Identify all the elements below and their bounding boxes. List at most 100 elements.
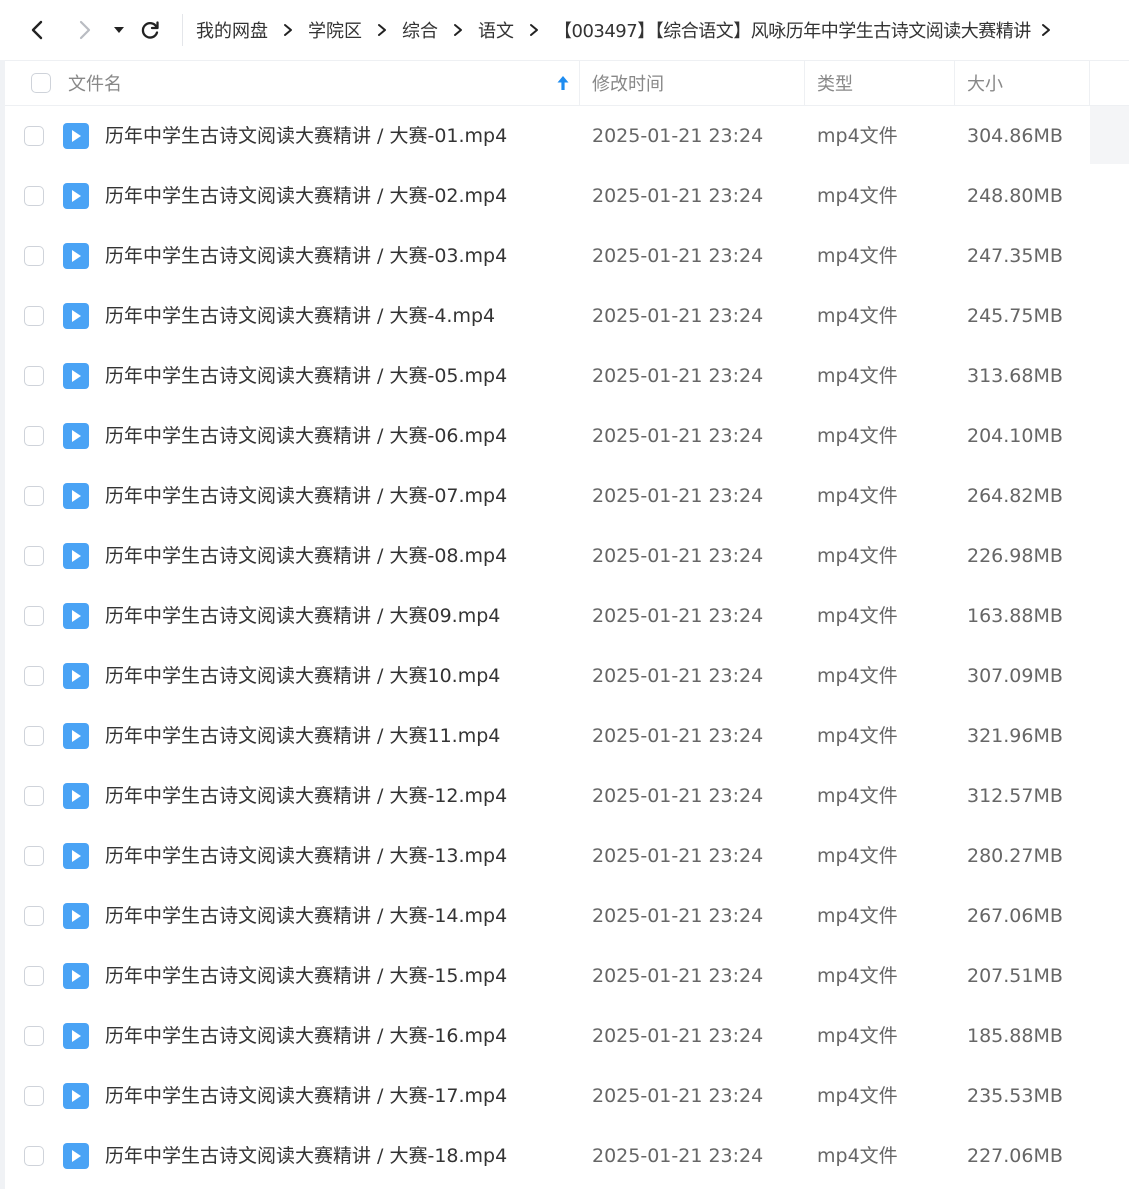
file-row[interactable]: 历年中学生古诗文阅读大赛精讲 / 大赛-14.mp4 2025-01-21 23… [5,886,1129,946]
breadcrumb-item-current[interactable]: 【003497】【综合语文】风咏历年中学生古诗文阅读大赛精讲 [554,17,1031,43]
chevron-right-icon [514,23,554,37]
file-size: 163.88MB [967,605,1063,627]
file-row[interactable]: 历年中学生古诗文阅读大赛精讲 / 大赛-17.mp4 2025-01-21 23… [5,1066,1129,1126]
row-checkbox[interactable] [24,366,44,386]
file-size: 204.10MB [967,425,1063,447]
chevron-right-icon [438,23,478,37]
file-row[interactable]: 历年中学生古诗文阅读大赛精讲 / 大赛-12.mp4 2025-01-21 23… [5,766,1129,826]
header-modified[interactable]: 修改时间 [592,61,664,105]
file-size: 304.86MB [967,125,1063,147]
file-row[interactable]: 历年中学生古诗文阅读大赛精讲 / 大赛-16.mp4 2025-01-21 23… [5,1006,1129,1066]
file-type: mp4文件 [817,1025,898,1047]
header-type[interactable]: 类型 [817,61,853,105]
row-checkbox[interactable] [24,1026,44,1046]
file-name[interactable]: 历年中学生古诗文阅读大赛精讲 / 大赛11.mp4 [105,706,500,766]
file-modified: 2025-01-21 23:24 [592,545,764,567]
file-type: mp4文件 [817,185,898,207]
file-modified: 2025-01-21 23:24 [592,305,764,327]
file-name[interactable]: 历年中学生古诗文阅读大赛精讲 / 大赛10.mp4 [105,646,500,706]
file-type: mp4文件 [817,425,898,447]
row-checkbox[interactable] [24,1086,44,1106]
file-type: mp4文件 [817,845,898,867]
video-file-icon [63,483,89,509]
row-checkbox[interactable] [24,486,44,506]
row-checkbox[interactable] [24,606,44,626]
file-modified: 2025-01-21 23:24 [592,1025,764,1047]
file-size: 245.75MB [967,305,1063,327]
file-row[interactable]: 历年中学生古诗文阅读大赛精讲 / 大赛-18.mp4 2025-01-21 23… [5,1126,1129,1186]
file-name[interactable]: 历年中学生古诗文阅读大赛精讲 / 大赛-06.mp4 [105,406,507,466]
file-name[interactable]: 历年中学生古诗文阅读大赛精讲 / 大赛-14.mp4 [105,886,507,946]
file-size: 267.06MB [967,905,1063,927]
video-file-icon [63,423,89,449]
file-row[interactable]: 历年中学生古诗文阅读大赛精讲 / 大赛-13.mp4 2025-01-21 23… [5,826,1129,886]
file-name[interactable]: 历年中学生古诗文阅读大赛精讲 / 大赛-02.mp4 [105,166,507,226]
file-row[interactable]: 历年中学生古诗文阅读大赛精讲 / 大赛11.mp4 2025-01-21 23:… [5,706,1129,766]
row-checkbox[interactable] [24,1146,44,1166]
sort-asc-button[interactable] [556,61,570,105]
video-file-icon [63,1023,89,1049]
file-name[interactable]: 历年中学生古诗文阅读大赛精讲 / 大赛-01.mp4 [105,106,507,166]
file-row[interactable]: 历年中学生古诗文阅读大赛精讲 / 大赛-4.mp4 2025-01-21 23:… [5,286,1129,346]
file-name[interactable]: 历年中学生古诗文阅读大赛精讲 / 大赛-18.mp4 [105,1126,507,1186]
breadcrumb-item[interactable]: 语文 [478,17,514,43]
file-name[interactable]: 历年中学生古诗文阅读大赛精讲 / 大赛-03.mp4 [105,226,507,286]
file-name[interactable]: 历年中学生古诗文阅读大赛精讲 / 大赛-17.mp4 [105,1066,507,1126]
video-file-icon [63,183,89,209]
row-checkbox[interactable] [24,846,44,866]
file-row[interactable]: 历年中学生古诗文阅读大赛精讲 / 大赛-06.mp4 2025-01-21 23… [5,406,1129,466]
file-list: 历年中学生古诗文阅读大赛精讲 / 大赛-01.mp4 2025-01-21 23… [5,106,1129,1186]
breadcrumb-item[interactable]: 学院区 [308,17,362,43]
file-row[interactable]: 历年中学生古诗文阅读大赛精讲 / 大赛10.mp4 2025-01-21 23:… [5,646,1129,706]
file-row[interactable]: 历年中学生古诗文阅读大赛精讲 / 大赛-07.mp4 2025-01-21 23… [5,466,1129,526]
file-modified: 2025-01-21 23:24 [592,425,764,447]
row-checkbox[interactable] [24,786,44,806]
breadcrumb-item[interactable]: 我的网盘 [196,17,268,43]
file-modified: 2025-01-21 23:24 [592,1145,764,1167]
row-checkbox[interactable] [24,966,44,986]
file-name[interactable]: 历年中学生古诗文阅读大赛精讲 / 大赛-07.mp4 [105,466,507,526]
row-checkbox[interactable] [24,186,44,206]
file-name[interactable]: 历年中学生古诗文阅读大赛精讲 / 大赛-12.mp4 [105,766,507,826]
history-dropdown-button[interactable] [108,14,130,46]
file-name[interactable]: 历年中学生古诗文阅读大赛精讲 / 大赛09.mp4 [105,586,500,646]
file-row[interactable]: 历年中学生古诗文阅读大赛精讲 / 大赛-08.mp4 2025-01-21 23… [5,526,1129,586]
row-checkbox[interactable] [24,306,44,326]
file-type: mp4文件 [817,605,898,627]
forward-button[interactable] [68,14,100,46]
row-checkbox[interactable] [24,726,44,746]
breadcrumb: 我的网盘 学院区 综合 语文 【003497】【综合语文】风咏历年中学生古诗文阅… [196,0,1061,60]
file-type: mp4文件 [817,305,898,327]
video-file-icon [63,303,89,329]
chevron-right-icon[interactable] [1031,23,1061,37]
file-size: 321.96MB [967,725,1063,747]
row-checkbox[interactable] [24,546,44,566]
back-button[interactable] [22,14,54,46]
header-name[interactable]: 文件名 [68,61,122,105]
file-row[interactable]: 历年中学生古诗文阅读大赛精讲 / 大赛-02.mp4 2025-01-21 23… [5,166,1129,226]
file-name[interactable]: 历年中学生古诗文阅读大赛精讲 / 大赛-05.mp4 [105,346,507,406]
file-name[interactable]: 历年中学生古诗文阅读大赛精讲 / 大赛-15.mp4 [105,946,507,1006]
video-file-icon [63,903,89,929]
select-all-checkbox[interactable] [31,73,51,93]
refresh-button[interactable] [134,14,166,46]
row-checkbox[interactable] [24,426,44,446]
video-file-icon [63,723,89,749]
file-row[interactable]: 历年中学生古诗文阅读大赛精讲 / 大赛09.mp4 2025-01-21 23:… [5,586,1129,646]
file-size: 264.82MB [967,485,1063,507]
row-checkbox[interactable] [24,906,44,926]
file-name[interactable]: 历年中学生古诗文阅读大赛精讲 / 大赛-4.mp4 [105,286,495,346]
header-size[interactable]: 大小 [967,61,1003,105]
row-checkbox[interactable] [24,666,44,686]
file-name[interactable]: 历年中学生古诗文阅读大赛精讲 / 大赛-13.mp4 [105,826,507,886]
file-row[interactable]: 历年中学生古诗文阅读大赛精讲 / 大赛-03.mp4 2025-01-21 23… [5,226,1129,286]
file-row[interactable]: 历年中学生古诗文阅读大赛精讲 / 大赛-01.mp4 2025-01-21 23… [5,106,1129,166]
file-size: 307.09MB [967,665,1063,687]
breadcrumb-item[interactable]: 综合 [402,17,438,43]
file-name[interactable]: 历年中学生古诗文阅读大赛精讲 / 大赛-16.mp4 [105,1006,507,1066]
file-row[interactable]: 历年中学生古诗文阅读大赛精讲 / 大赛-05.mp4 2025-01-21 23… [5,346,1129,406]
row-checkbox[interactable] [24,246,44,266]
row-checkbox[interactable] [24,126,44,146]
file-name[interactable]: 历年中学生古诗文阅读大赛精讲 / 大赛-08.mp4 [105,526,507,586]
file-row[interactable]: 历年中学生古诗文阅读大赛精讲 / 大赛-15.mp4 2025-01-21 23… [5,946,1129,1006]
